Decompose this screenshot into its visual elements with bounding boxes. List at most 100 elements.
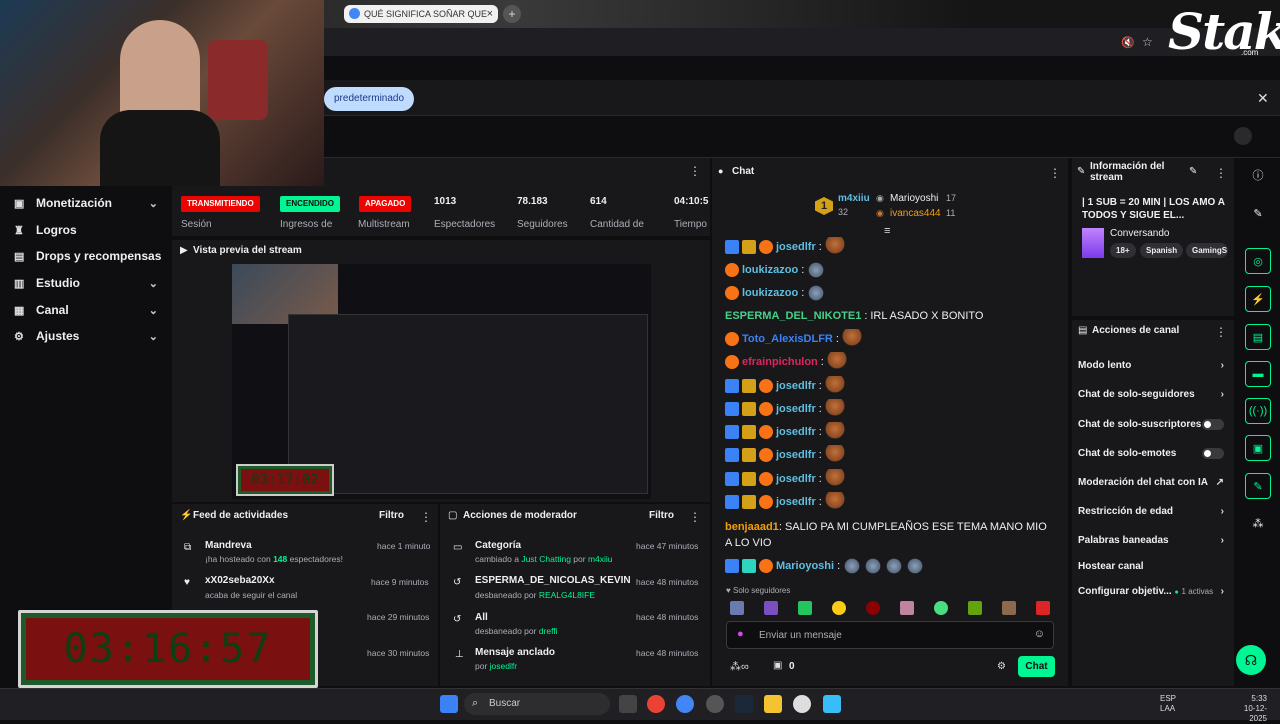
category-name[interactable]: Conversando xyxy=(1110,228,1169,239)
crown-badge-icon xyxy=(742,472,756,486)
stake-badge-icon xyxy=(759,472,773,486)
chat-message[interactable]: josedlfr: xyxy=(725,445,845,465)
gifter-2-name[interactable]: Marioyoshi xyxy=(890,193,938,204)
emote-tray[interactable] xyxy=(730,601,1050,617)
stream-preview-image[interactable]: 03:17:02 xyxy=(232,264,651,499)
gifter-1-name[interactable]: m4xiiu xyxy=(838,193,870,204)
avatar[interactable] xyxy=(1234,127,1252,145)
gifter-3-name[interactable]: ivancas444 xyxy=(890,208,941,219)
action-followers-only[interactable]: Chat de solo-seguidores › xyxy=(1078,389,1228,400)
chat-input[interactable]: ● Enviar un mensaje ☺ xyxy=(726,621,1054,649)
chat-message[interactable]: josedlfr: xyxy=(725,399,845,419)
folder-icon[interactable] xyxy=(764,695,782,713)
more-icon[interactable]: ⋮ xyxy=(1215,325,1227,339)
action-subs-only[interactable]: Chat de solo-suscriptores xyxy=(1078,419,1228,430)
close-notice-icon[interactable]: ✕ xyxy=(1257,90,1269,107)
chat-message[interactable]: josedlfr: xyxy=(725,422,845,442)
action-emotes-only[interactable]: Chat de solo-emotes xyxy=(1078,448,1228,459)
task-view-icon[interactable] xyxy=(619,695,637,713)
ad-icon[interactable]: ▣ xyxy=(1245,435,1271,461)
tag-chip[interactable]: GamingS xyxy=(1186,243,1228,258)
tag-chip[interactable]: 18+ xyxy=(1110,243,1136,258)
steam-icon[interactable] xyxy=(735,695,753,713)
chrome-icon[interactable] xyxy=(647,695,665,713)
chat-message[interactable]: josedlfr: xyxy=(725,237,845,257)
activity-filter-button[interactable]: Filtro xyxy=(379,510,404,521)
chat-message[interactable]: josedlfr: xyxy=(725,492,845,512)
sidebar-item-canal[interactable]: ▦ Canal ⌄ xyxy=(14,297,164,323)
sidebar-item-estudio[interactable]: ▥ Estudio ⌄ xyxy=(14,270,164,296)
taskbar-search[interactable]: ⌕ Buscar xyxy=(464,693,610,715)
action-ai-moderation[interactable]: Moderación del chat con IA ↗ xyxy=(1078,477,1228,488)
crown-badge-icon xyxy=(742,448,756,462)
notice-pill[interactable]: predeterminado xyxy=(324,87,415,111)
media-player-icon[interactable] xyxy=(793,695,811,713)
toggle-switch xyxy=(1202,419,1224,430)
mod-filter-button[interactable]: Filtro xyxy=(649,510,674,521)
browser-tab[interactable]: QUÉ SIGNIFICA SOÑAR QUE TE × xyxy=(344,5,498,37)
tools-icon[interactable]: ✎ xyxy=(1245,473,1271,499)
broadcast-icon[interactable]: ((·)) xyxy=(1245,398,1271,424)
more-icon[interactable]: ⋮ xyxy=(1215,166,1227,180)
action-host-channel[interactable]: Hostear canal xyxy=(1078,561,1228,572)
more-icon[interactable]: ⋮ xyxy=(420,510,432,524)
stream-title-text: | 1 SUB = 20 MIN | LOS AMO A TODOS Y SIG… xyxy=(1082,197,1225,221)
emote-picker-icon[interactable]: ☺ xyxy=(1034,628,1045,640)
more-icon[interactable]: ⋮ xyxy=(689,510,701,524)
taskbar xyxy=(0,688,1280,720)
marker-icon[interactable]: ▤ xyxy=(1245,324,1271,350)
collapse-icon[interactable]: ≡ xyxy=(884,225,890,237)
channel-points-icon[interactable]: ⁂∞ xyxy=(730,660,749,673)
sidebar-item-drops[interactable]: ▤ Drops y recompensas xyxy=(14,243,164,269)
chevron-down-icon: ⌄ xyxy=(148,330,158,343)
action-goals[interactable]: Configurar objetiv... ● 1 activas › xyxy=(1078,586,1228,597)
gifter-rank-2-icon: ◉ xyxy=(876,193,884,203)
chat-message[interactable]: Toto_AlexisDLFR: xyxy=(725,329,862,349)
support-icon[interactable]: ☊ xyxy=(1236,645,1266,675)
gift-icon[interactable]: ▣ xyxy=(773,660,782,671)
raid-icon[interactable]: ⚡ xyxy=(1245,286,1271,312)
app-icon[interactable] xyxy=(823,695,841,713)
chat-message[interactable]: Marioyoshi: xyxy=(725,556,925,576)
chrome-profile-icon[interactable] xyxy=(676,695,694,713)
add-action-icon[interactable]: ⁂ xyxy=(1245,510,1271,536)
chat-message[interactable]: josedlfr: xyxy=(725,376,845,396)
language-indicator[interactable]: ESP LAA xyxy=(1160,694,1176,714)
action-banned-words[interactable]: Palabras baneadas › xyxy=(1078,535,1228,546)
settings-icon[interactable]: ⚙ xyxy=(997,661,1006,672)
multistream-badge: APAGADO xyxy=(359,196,412,212)
chat-message[interactable]: benjaaad1: SALIO PA MI CUMPLEAÑOS ESE TE… xyxy=(725,519,1055,551)
verified-badge-icon xyxy=(725,559,739,573)
sidebar-item-monetizacion[interactable]: ▣ Monetización ⌄ xyxy=(14,190,164,216)
tag-chip[interactable]: Spanish xyxy=(1140,243,1184,258)
emote-icon xyxy=(824,492,845,512)
gifter-3-count: 11 xyxy=(946,208,956,218)
feed-item-sub: acaba de seguir el canal xyxy=(205,590,298,600)
chat-message[interactable]: loukizazoo: xyxy=(725,260,826,280)
mod-actions-title: Acciones de moderador xyxy=(463,510,577,521)
search-label: Buscar xyxy=(489,698,521,709)
clip-icon[interactable]: ◎ xyxy=(1245,248,1271,274)
info-icon[interactable]: ⓘ xyxy=(1245,162,1271,188)
more-icon[interactable]: ⋮ xyxy=(1049,166,1061,180)
chat-bubble-icon[interactable]: ▬ xyxy=(1245,361,1271,387)
chat-message[interactable]: efrainpichulon: xyxy=(725,352,847,372)
obs-icon[interactable] xyxy=(706,695,724,713)
new-tab-icon[interactable]: + xyxy=(503,5,521,23)
pencil-icon[interactable]: ✎ xyxy=(1245,200,1271,226)
mute-icon[interactable]: 🔇 xyxy=(1121,36,1135,49)
star-icon[interactable]: ☆ xyxy=(1142,35,1153,49)
more-icon[interactable]: ⋮ xyxy=(689,164,701,178)
chat-message[interactable]: ESPERMA_DEL_NIKOTE1: IRL ASADO X BONITO xyxy=(725,306,983,326)
chat-send-button[interactable]: Chat xyxy=(1018,656,1055,677)
action-age-restriction[interactable]: Restricción de edad › xyxy=(1078,506,1228,517)
chat-message[interactable]: josedlfr: xyxy=(725,469,845,489)
chat-message[interactable]: loukizazoo: xyxy=(725,283,826,303)
sidebar-item-logros[interactable]: ♜ Logros xyxy=(14,217,164,243)
close-icon[interactable]: × xyxy=(487,5,493,23)
windows-start-icon[interactable] xyxy=(440,695,458,713)
edit-icon[interactable]: ✎ xyxy=(1189,166,1197,177)
emote-icon xyxy=(807,284,826,302)
action-slow-mode[interactable]: Modo lento › xyxy=(1078,360,1228,371)
sidebar-item-ajustes[interactable]: ⚙ Ajustes ⌄ xyxy=(14,323,164,349)
